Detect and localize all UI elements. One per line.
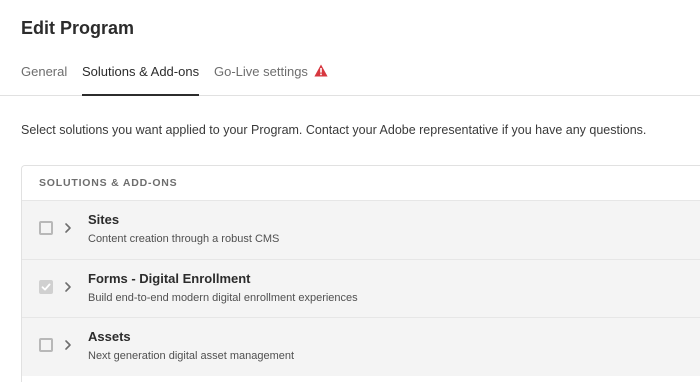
- page-description: Select solutions you want applied to you…: [21, 123, 647, 137]
- page-title: Edit Program: [21, 18, 135, 38]
- tab-general[interactable]: General: [21, 64, 67, 95]
- solution-row-sites: Sites Content creation through a robust …: [22, 200, 700, 259]
- tab-go-live-settings[interactable]: Go-Live settings: [214, 64, 328, 95]
- solution-subtitle: Build end-to-end modern digital enrollme…: [88, 291, 358, 304]
- forms-digital-enrollment-checkbox[interactable]: [39, 279, 53, 294]
- solution-title: Sites: [88, 212, 120, 227]
- tab-bar: General Solutions & Add-ons Go-Live sett…: [0, 60, 700, 96]
- tab-solutions-add-ons[interactable]: Solutions & Add-ons: [82, 64, 200, 96]
- solutions-table: SOLUTIONS & ADD-ONS Sites Content creati…: [21, 165, 700, 382]
- chevron-right-icon[interactable]: [63, 222, 73, 234]
- solution-title: Forms - Digital Enrollment: [88, 270, 251, 286]
- warning-icon: [314, 64, 328, 77]
- edit-program-page: Edit Program General Solutions & Add-ons…: [0, 0, 700, 382]
- solution-subtitle: Next generation digital asset management: [88, 350, 295, 362]
- solution-subtitle: Content creation through a robust CMS: [88, 233, 280, 245]
- assets-checkbox[interactable]: [39, 338, 53, 352]
- chevron-right-icon[interactable]: [63, 281, 73, 293]
- table-header: SOLUTIONS & ADD-ONS: [22, 166, 700, 200]
- tab-general-label: General: [21, 64, 68, 79]
- solution-row-assets: Assets Next generation digital asset man…: [22, 317, 700, 376]
- tab-solutions-label: Solutions & Add-ons: [82, 64, 200, 79]
- sites-checkbox[interactable]: [39, 221, 53, 235]
- solution-title: Assets: [88, 329, 131, 344]
- chevron-right-icon[interactable]: [63, 339, 73, 351]
- tab-go-live-label: Go-Live settings: [214, 64, 308, 79]
- checkmark-icon: [41, 283, 51, 290]
- solution-row-forms-digital-enrollment: Forms - Digital Enrollment Build end-to-…: [22, 258, 700, 317]
